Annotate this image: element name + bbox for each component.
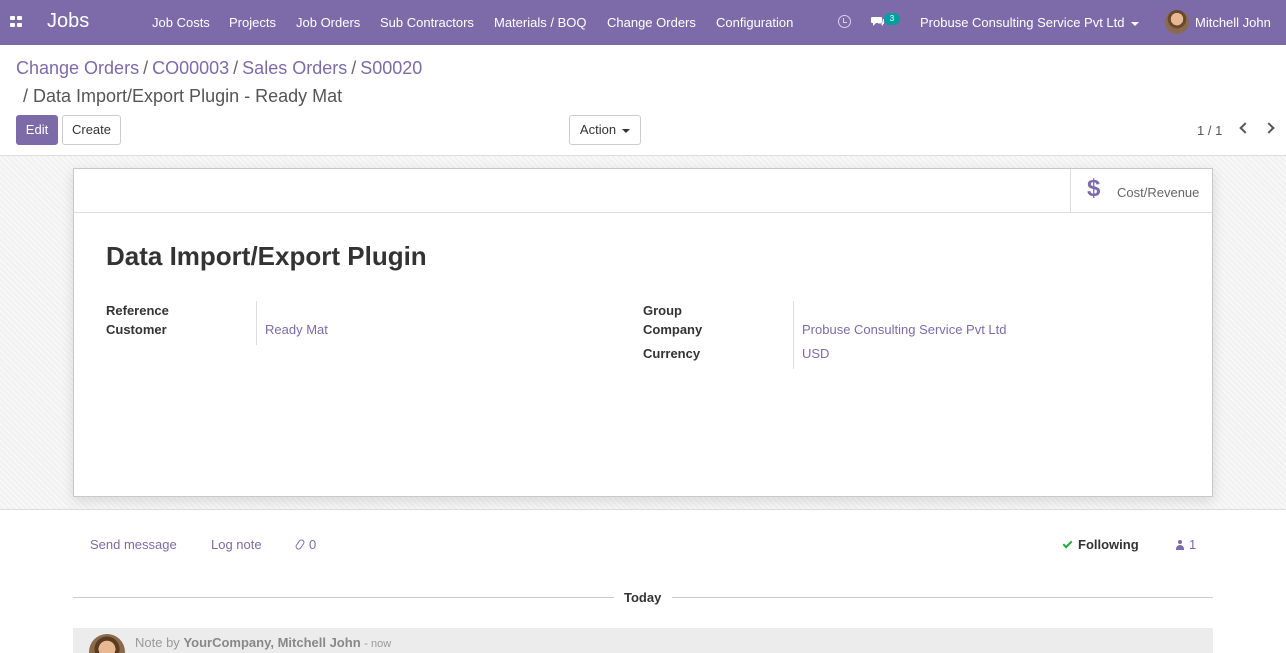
- breadcrumb-sales-orders[interactable]: Sales Orders: [242, 58, 347, 78]
- menu-change-orders[interactable]: Change Orders: [607, 15, 696, 30]
- check-icon: [1062, 538, 1073, 549]
- date-divider-left: [73, 597, 614, 598]
- group-label: Group: [643, 303, 682, 318]
- field-divider: [793, 301, 794, 369]
- user-icon: [1176, 540, 1184, 550]
- user-avatar[interactable]: [1165, 10, 1189, 34]
- cost-revenue-label: Cost/Revenue: [1117, 185, 1200, 200]
- breadcrumb: Change Orders / CO00003/Sales Orders / S0002…: [16, 58, 422, 79]
- create-button[interactable]: Create: [62, 115, 121, 145]
- breadcrumb-current: / Data Import/Export Plugin - Ready Mat: [23, 86, 343, 106]
- log-note-button[interactable]: Log note: [211, 537, 262, 552]
- date-separator: Today: [624, 590, 662, 605]
- message-prefix: Note by: [135, 635, 180, 650]
- company-link[interactable]: Probuse Consulting Service Pvt Ltd: [802, 322, 1007, 337]
- date-divider-right: [672, 597, 1213, 598]
- message-author[interactable]: YourCompany, Mitchell John: [183, 635, 360, 650]
- attachment-count: 0: [309, 537, 317, 552]
- breadcrumb-separator: /: [351, 58, 357, 78]
- breadcrumb-s00020[interactable]: S00020: [360, 58, 422, 78]
- breadcrumb-change-orders[interactable]: Change Orders: [16, 58, 139, 78]
- message-header: Note by YourCompany, Mitchell John - now: [135, 635, 391, 650]
- menu-sub-contractors[interactable]: Sub Contractors: [380, 15, 474, 30]
- smart-button-box: $ Cost/Revenue: [74, 169, 1212, 213]
- edit-button[interactable]: Edit: [16, 115, 58, 145]
- chevron-down-icon: [622, 128, 631, 133]
- field-divider: [256, 301, 257, 345]
- following-button[interactable]: Following: [1062, 537, 1139, 552]
- breadcrumb-separator: /: [233, 58, 239, 78]
- customer-label: Customer: [106, 322, 167, 337]
- paperclip-icon: [294, 538, 306, 551]
- message-time: - now: [364, 638, 392, 650]
- user-menu-name[interactable]: Mitchell John: [1195, 15, 1271, 30]
- following-label: Following: [1078, 537, 1139, 552]
- messaging-chat-icon[interactable]: [871, 16, 885, 27]
- followers-count: 1: [1189, 537, 1197, 552]
- menu-materials-boq[interactable]: Materials / BOQ: [494, 15, 586, 30]
- followers-button[interactable]: 1: [1176, 537, 1196, 552]
- company-name: Probuse Consulting Service Pvt Ltd: [920, 15, 1125, 30]
- menu-job-orders[interactable]: Job Orders: [296, 15, 360, 30]
- pager-value[interactable]: 1 / 1: [1197, 123, 1222, 138]
- pager-next-icon[interactable]: [1263, 122, 1275, 134]
- action-label: Action: [579, 122, 617, 137]
- cost-revenue-button[interactable]: $ Cost/Revenue: [1070, 169, 1212, 212]
- chevron-down-icon: [1130, 21, 1139, 26]
- breadcrumb-separator: /: [143, 58, 149, 78]
- record-title: Data Import/Export Plugin: [106, 241, 427, 271]
- chatter-message: Note by YourCompany, Mitchell John - now: [73, 628, 1213, 653]
- company-label: Company: [643, 322, 703, 337]
- currency-link[interactable]: USD: [802, 346, 829, 361]
- menu-configuration[interactable]: Configuration: [716, 15, 793, 30]
- menu-projects[interactable]: Projects: [229, 15, 276, 30]
- form-sheet: $ Cost/Revenue Data Import/Export Plugin…: [73, 168, 1213, 497]
- send-message-button[interactable]: Send message: [90, 537, 177, 552]
- chat-count-badge: 3: [884, 13, 900, 25]
- pager-previous-icon[interactable]: [1239, 122, 1251, 134]
- company-switcher[interactable]: Probuse Consulting Service Pvt Ltd: [920, 15, 1139, 30]
- menu-job-costs[interactable]: Job Costs: [152, 15, 210, 30]
- dollar-icon: $: [1087, 175, 1101, 202]
- breadcrumb-co00003[interactable]: CO00003: [152, 58, 229, 78]
- reference-label: Reference: [106, 303, 169, 318]
- author-avatar[interactable]: [89, 634, 125, 653]
- apps-menu-icon[interactable]: [10, 16, 23, 28]
- currency-label: Currency: [643, 346, 701, 361]
- activity-clock-icon[interactable]: [838, 15, 851, 28]
- app-name[interactable]: Jobs: [47, 10, 89, 33]
- top-navbar: Jobs Job Costs Projects Job Orders Sub C…: [0, 0, 1286, 45]
- attachments-button[interactable]: 0: [294, 537, 317, 552]
- action-dropdown[interactable]: Action: [569, 115, 641, 145]
- customer-link[interactable]: Ready Mat: [265, 322, 328, 337]
